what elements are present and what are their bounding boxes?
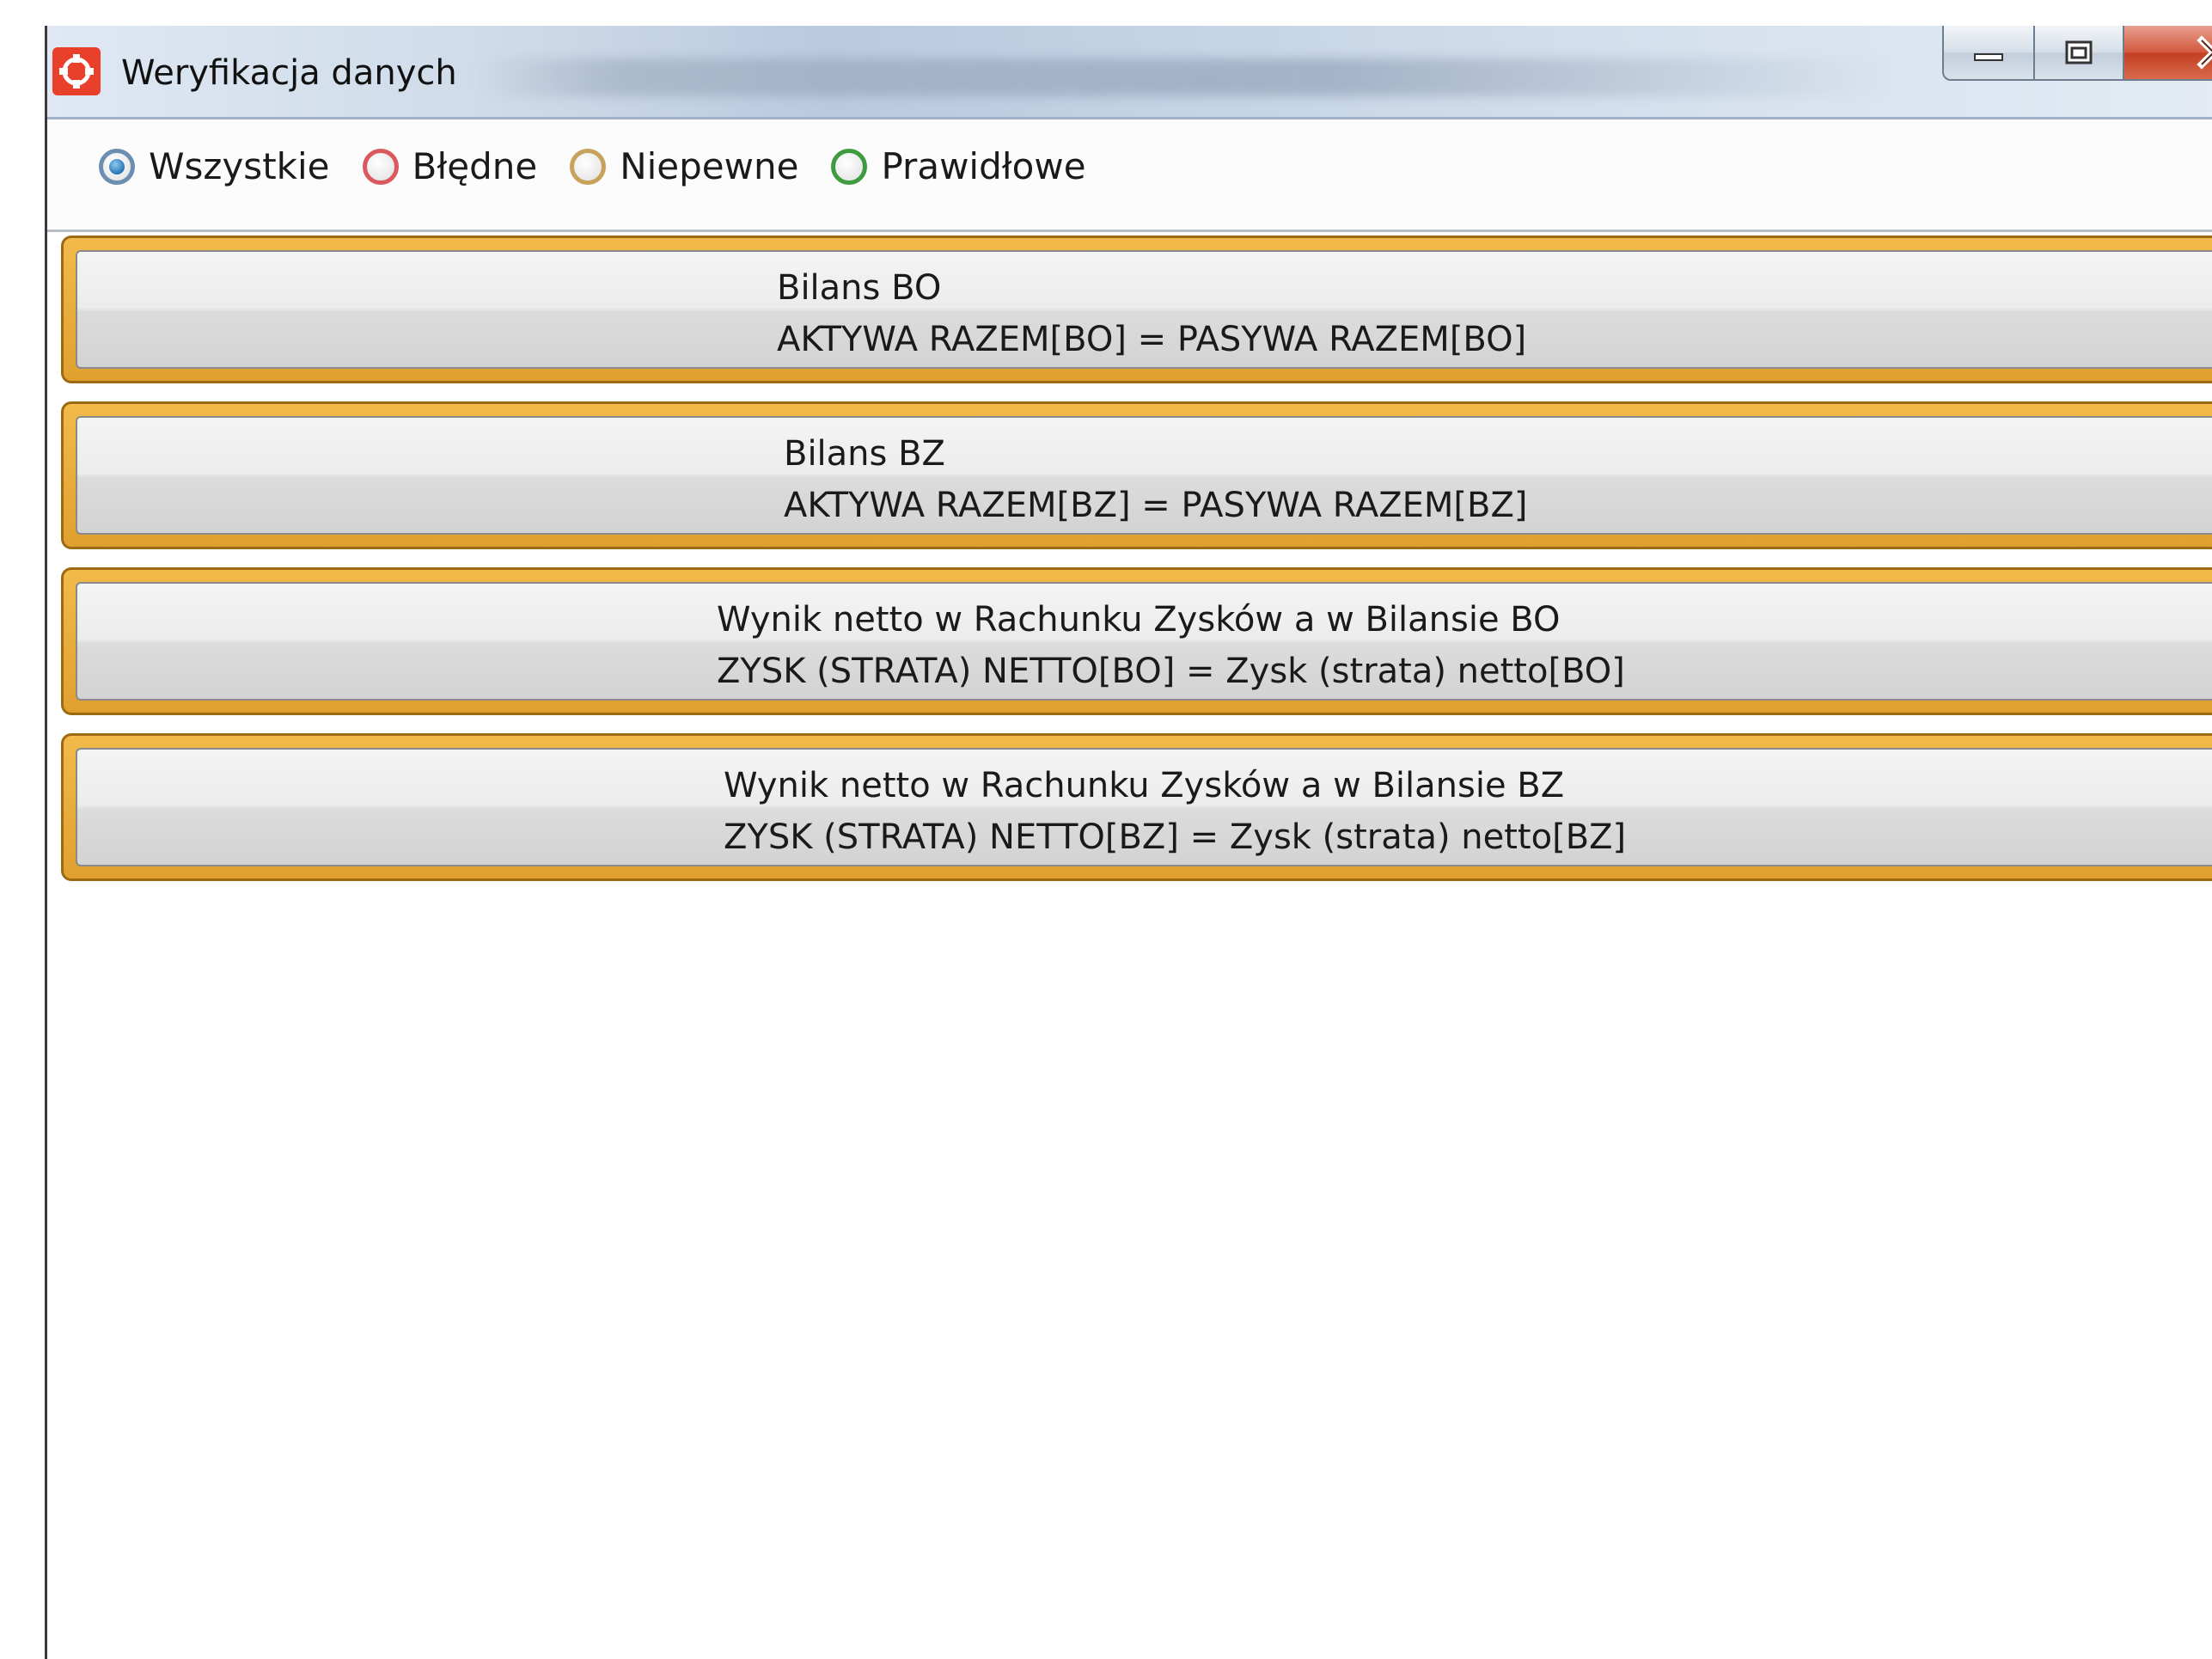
close-icon [2197, 35, 2212, 70]
verification-text: Wynik netto w Rachunku Zysków a w Bilans… [724, 760, 1626, 863]
filter-bar: Wszystkie Błędne Niepewne Prawidłowe [47, 119, 2212, 232]
maximize-icon [2065, 40, 2093, 64]
list-item: Wynik netto w Rachunku Zysków a w Bilans… [61, 733, 2212, 881]
radio-label: Niepewne [620, 145, 799, 187]
radio-yellow-icon[interactable] [570, 149, 607, 185]
close-button[interactable] [2124, 26, 2212, 81]
minimize-button[interactable] [1942, 26, 2035, 81]
verification-text: Wynik netto w Rachunku Zysków a w Bilans… [717, 594, 1625, 697]
app-window: Weryfikacja danych Wszystkie Błędne Niep… [45, 26, 2212, 1659]
rule-title: Bilans BO [777, 268, 942, 308]
verification-rule-button[interactable]: Wynik netto w Rachunku Zysków a w Bilans… [76, 748, 2212, 866]
radio-option-prawidlowe[interactable]: Prawidłowe [831, 145, 1086, 188]
verification-rule-button[interactable]: Bilans BO AKTYWA RAZEM[BO] = PASYWA RAZE… [76, 250, 2212, 369]
list-item: Bilans BO AKTYWA RAZEM[BO] = PASYWA RAZE… [61, 236, 2212, 383]
radio-option-niepewne[interactable]: Niepewne [570, 145, 798, 188]
verification-text: Bilans BO AKTYWA RAZEM[BO] = PASYWA RAZE… [777, 262, 1526, 365]
window-title: Weryfikacja danych [121, 53, 457, 93]
minimize-icon [1974, 53, 2003, 61]
verification-rule-button[interactable]: Bilans BZ AKTYWA RAZEM[BZ] = PASYWA RAZE… [76, 416, 2212, 535]
title-bar[interactable]: Weryfikacja danych [47, 26, 2212, 119]
status-filter-radio-group: Wszystkie Błędne Niepewne Prawidłowe [99, 145, 1119, 188]
radio-label: Prawidłowe [881, 145, 1086, 187]
verification-list: Bilans BO AKTYWA RAZEM[BO] = PASYWA RAZE… [61, 236, 2212, 899]
rule-title: Wynik netto w Rachunku Zysków a w Bilans… [717, 600, 1561, 640]
blurred-title-area [477, 58, 1895, 96]
radio-label: Błędne [412, 145, 538, 187]
rule-formula: AKTYWA RAZEM[BO] = PASYWA RAZEM[BO] [777, 320, 1527, 359]
rule-title: Wynik netto w Rachunku Zysków a w Bilans… [724, 766, 1565, 805]
list-item: Bilans BZ AKTYWA RAZEM[BZ] = PASYWA RAZE… [61, 401, 2212, 549]
list-item: Wynik netto w Rachunku Zysków a w Bilans… [61, 567, 2212, 715]
rule-formula: AKTYWA RAZEM[BZ] = PASYWA RAZEM[BZ] [784, 486, 1528, 525]
rule-formula: ZYSK (STRATA) NETTO[BO] = Zysk (strata) … [717, 652, 1625, 691]
caption-buttons [1942, 26, 2212, 81]
maximize-button[interactable] [2035, 26, 2124, 81]
radio-green-icon[interactable] [831, 149, 868, 185]
radio-label: Wszystkie [149, 145, 330, 187]
verification-rule-button[interactable]: Wynik netto w Rachunku Zysków a w Bilans… [76, 582, 2212, 701]
radio-dot [109, 159, 125, 174]
radio-red-icon[interactable] [362, 149, 399, 185]
radio-selected-icon[interactable] [99, 149, 135, 185]
verification-text: Bilans BZ AKTYWA RAZEM[BZ] = PASYWA RAZE… [784, 428, 1528, 531]
app-logo-icon[interactable] [52, 47, 101, 95]
radio-option-bledne[interactable]: Błędne [362, 145, 538, 188]
rule-formula: ZYSK (STRATA) NETTO[BZ] = Zysk (strata) … [724, 817, 1627, 857]
rule-title: Bilans BZ [784, 434, 945, 474]
radio-option-wszystkie[interactable]: Wszystkie [99, 145, 330, 188]
